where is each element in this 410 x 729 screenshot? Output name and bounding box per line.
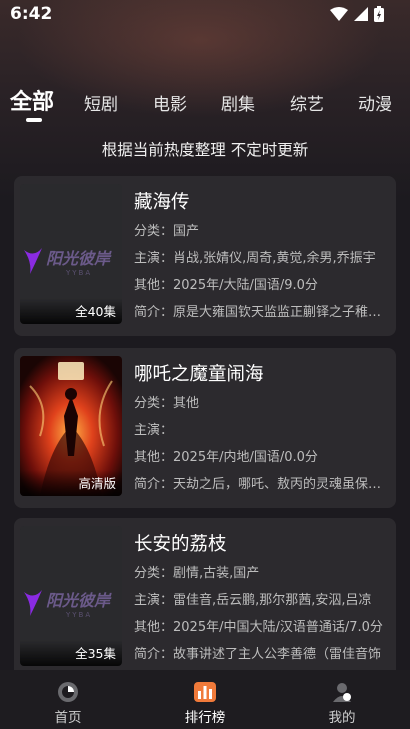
item-other: 其他：2025年/大陆/国语/9.0分: [134, 278, 318, 293]
item-category: 分类：剧情,古装,国产: [134, 566, 260, 581]
logo-sub-text: YYBA: [65, 611, 92, 619]
quality-badge: 高清版: [20, 470, 122, 496]
tab-active-indicator: [26, 118, 42, 122]
list-item[interactable]: 阳光彼岸 YYBA 全40集 藏海传 分类：国产 主演：肖战,张婧仪,周奇,黄觉…: [14, 176, 396, 336]
wifi-icon: [330, 7, 348, 21]
episode-badge: 全35集: [20, 640, 122, 666]
item-category: 分类：国产: [134, 224, 200, 239]
item-cast: 主演：雷佳音,岳云鹏,那尔那茜,安泅,吕凉: [134, 593, 372, 608]
brand-logo: 阳光彼岸 YYBA: [24, 248, 112, 277]
item-category: 分类：其他: [134, 396, 200, 411]
logo-main-text: 阳光彼岸: [46, 591, 112, 610]
list-item[interactable]: 阳光彼岸 YYBA 全35集 长安的荔枝 分类：剧情,古装,国产 主演：雷佳音,…: [14, 518, 396, 670]
item-intro: 简介：天劫之后，哪吒、敖丙的灵魂虽保住了: [134, 477, 392, 492]
item-intro: 简介：原是大雍国钦天监监正蒯铎之子稚奴在: [134, 305, 392, 320]
tab-variety[interactable]: 综艺: [290, 90, 324, 115]
list-item[interactable]: 高清版 哪吒之魔童闹海 分类：其他 主演： 其他：2025年/内地/国语/0.0…: [14, 348, 396, 508]
brand-logo: 阳光彼岸 YYBA: [24, 590, 112, 619]
ranking-subtitle: 根据当前热度整理 不定时更新: [101, 141, 309, 159]
logo-sub-text: YYBA: [65, 269, 92, 277]
tab-movie[interactable]: 电影: [153, 90, 187, 115]
status-bar: 6:42: [0, 0, 410, 28]
item-intro: 简介：故事讲述了主人公李善德（雷佳音饰: [134, 647, 382, 662]
item-cast: 主演：: [134, 423, 174, 438]
nav-ranking[interactable]: 排行榜: [165, 680, 245, 726]
episode-badge: 全40集: [20, 298, 122, 324]
item-other: 其他：2025年/内地/国语/0.0分: [134, 450, 318, 465]
nav-home-label: 首页: [54, 710, 82, 726]
battery-icon: [374, 6, 384, 22]
category-tabs: 全部 短剧 电影 剧集 综艺 动漫: [0, 86, 410, 126]
tab-short-drama[interactable]: 短剧: [84, 90, 118, 115]
item-other: 其他：2025年/中国大陆/汉语普通话/7.0分: [134, 620, 383, 635]
tab-all[interactable]: 全部: [10, 84, 54, 116]
item-title: 藏海传: [134, 192, 190, 213]
item-title: 长安的荔枝: [134, 534, 227, 555]
signal-icon: [354, 7, 368, 21]
nav-home[interactable]: 首页: [28, 680, 108, 726]
item-cast: 主演：肖战,张婧仪,周奇,黄觉,余男,乔振宇: [134, 251, 376, 266]
nav-ranking-label: 排行榜: [184, 710, 226, 726]
item-title: 哪吒之魔童闹海: [134, 364, 264, 385]
home-icon: [58, 682, 78, 702]
tab-series[interactable]: 剧集: [221, 90, 255, 115]
profile-icon: [333, 683, 351, 702]
logo-main-text: 阳光彼岸: [46, 249, 112, 268]
status-icons: [330, 6, 384, 22]
poster-image: 高清版: [20, 356, 122, 496]
ranking-list[interactable]: 阳光彼岸 YYBA 全40集 藏海传 分类：国产 主演：肖战,张婧仪,周奇,黄觉…: [0, 176, 410, 670]
tab-anime[interactable]: 动漫: [358, 90, 392, 115]
poster-image: 阳光彼岸 YYBA 全35集: [20, 526, 122, 666]
status-time: 6:42: [10, 4, 53, 24]
poster-image: 阳光彼岸 YYBA 全40集: [20, 184, 122, 324]
bottom-navigation: 首页 排行榜 我的: [0, 670, 410, 729]
nav-profile-label: 我的: [328, 710, 356, 726]
nav-profile[interactable]: 我的: [302, 680, 382, 726]
ranking-icon: [194, 682, 216, 702]
